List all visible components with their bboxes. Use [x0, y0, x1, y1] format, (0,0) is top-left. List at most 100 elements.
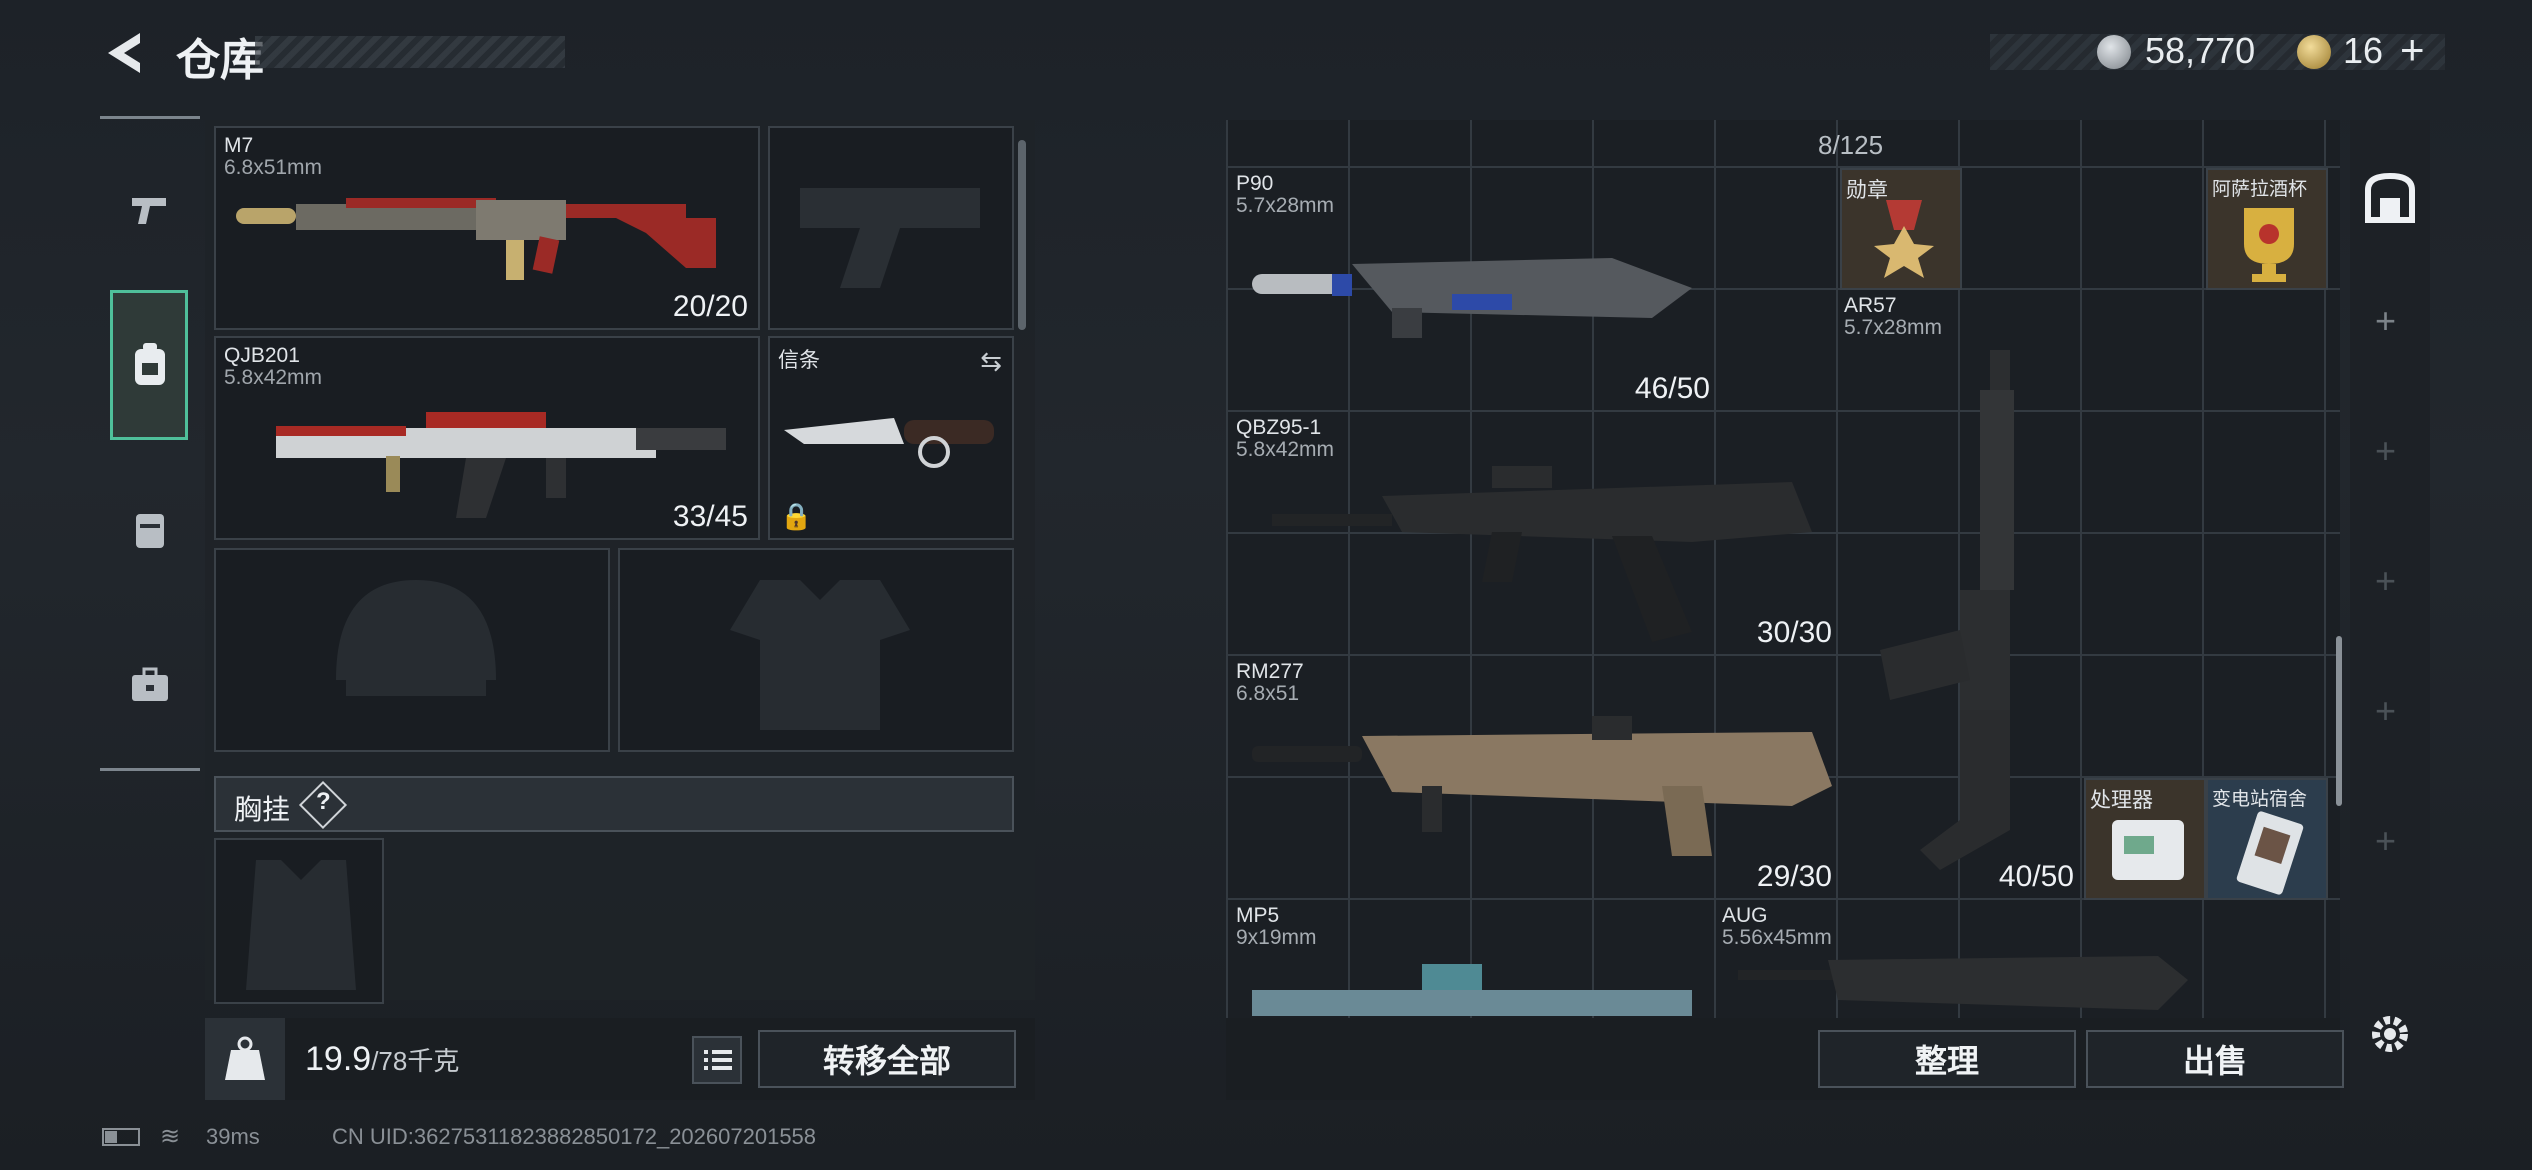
settings-gear-icon[interactable]	[2368, 1012, 2412, 1056]
ammo-count: 20/20	[672, 290, 748, 323]
loadout-scrollbar[interactable]	[1018, 140, 1026, 330]
stash-scrollbar[interactable]	[2336, 636, 2342, 806]
primary-weapon-slot[interactable]: M7 6.8x51mm 20/20	[214, 126, 760, 330]
tab-armor[interactable]	[100, 460, 200, 600]
helmet-placeholder-icon	[336, 580, 496, 696]
sidebar-divider	[100, 116, 200, 119]
add-container-button[interactable]: +	[2375, 820, 2396, 862]
weapon-name: M7	[224, 134, 254, 157]
rifle-image	[1272, 466, 1812, 642]
item-caliber: 5.7x28mm	[1236, 194, 1335, 217]
tab-weapons[interactable]	[100, 140, 200, 280]
sidebar-divider	[100, 768, 200, 771]
cup-icon	[2244, 208, 2294, 282]
smg-image	[1252, 964, 1692, 1016]
item-name: AR57	[1844, 294, 1897, 317]
rifle-image	[236, 198, 716, 280]
secondary-weapon-slot[interactable]: QJB201 5.8x42mm 33/45	[214, 336, 760, 540]
item-ammo: 40/50	[1998, 860, 2074, 893]
stash-item-qbz95[interactable]: QBZ95-1 5.8x42mm 30/30	[1232, 412, 1840, 652]
melee-label: 信条	[778, 349, 820, 372]
back-arrow-icon[interactable]	[100, 28, 150, 78]
stash-item-cup[interactable]: 阿萨拉酒杯	[2206, 168, 2328, 290]
chest-rig-label: 胸挂	[234, 794, 291, 825]
stash-item-mp5[interactable]: MP5 9x19mm	[1232, 900, 1718, 1016]
item-name: RM277	[1236, 660, 1304, 683]
stash-item-ar57[interactable]: AR57 5.7x28mm 40/50	[1840, 290, 2082, 896]
weight-icon	[225, 1036, 265, 1080]
smg-image	[1252, 258, 1692, 338]
help-icon[interactable]: ?	[316, 788, 331, 816]
medal-icon	[1874, 200, 1934, 278]
item-ammo: 46/50	[1634, 372, 1710, 405]
rifle-image	[276, 412, 726, 518]
battery-icon	[102, 1128, 140, 1146]
sell-button[interactable]: 出售	[2086, 1030, 2344, 1088]
rifle-image	[1738, 956, 2188, 1010]
stash-item-processor[interactable]: 处理器	[2084, 778, 2206, 900]
item-caliber: 5.7x28mm	[1844, 316, 1943, 339]
pistol-icon	[132, 198, 166, 224]
chest-rig-header: 胸挂 ?	[214, 776, 1014, 832]
melee-slot[interactable]: 信条 ⇆ 🔒	[768, 336, 1014, 540]
add-container-button[interactable]: +	[2375, 560, 2396, 602]
list-icon	[704, 1050, 732, 1070]
list-view-button[interactable]	[692, 1036, 742, 1084]
stash-item-aug[interactable]: AUG 5.56x45mm	[1718, 900, 2204, 1016]
stash-item-keycard[interactable]: 变电站宿舍	[2206, 778, 2328, 900]
title-decoration	[255, 36, 565, 68]
item-name: 阿萨拉酒杯	[2212, 179, 2308, 200]
weight-icon-box	[205, 1018, 285, 1100]
rifle-image	[1880, 350, 2014, 870]
item-name: AUG	[1722, 904, 1768, 927]
weight-current: 19.9/78千克	[305, 1040, 459, 1079]
stash-item-p90[interactable]: P90 5.7x28mm 46/50	[1232, 168, 1718, 408]
wifi-icon: ≋	[160, 1123, 181, 1150]
tab-backpack-active[interactable]	[110, 290, 188, 440]
backpack-icon	[135, 343, 165, 385]
briefcase-icon	[132, 667, 168, 701]
rifle-image	[1252, 716, 1832, 856]
keycard-icon	[2236, 811, 2304, 895]
item-ammo: 30/30	[1756, 616, 1832, 649]
add-container-button[interactable]: +	[2375, 300, 2396, 342]
item-ammo: 29/30	[1756, 860, 1832, 893]
coin-icon	[2097, 35, 2131, 69]
weight-value: 19.9	[305, 1040, 372, 1078]
coin-balance: 58,770	[2145, 30, 2256, 71]
armor-placeholder-icon	[730, 580, 910, 730]
knife-image	[784, 418, 994, 468]
add-container-button[interactable]: +	[2375, 430, 2396, 472]
container-sidebar	[2350, 120, 2430, 1100]
lock-icon: 🔒	[780, 501, 813, 531]
transfer-all-button[interactable]: 转移全部	[758, 1030, 1016, 1088]
token-icon	[2297, 35, 2331, 69]
pistol-slot[interactable]	[768, 126, 1014, 330]
item-name: MP5	[1236, 904, 1280, 927]
stash-capacity: 8/125	[1818, 130, 1884, 160]
item-name: 变电站宿舍	[2212, 789, 2308, 810]
weight-max: /78千克	[371, 1046, 460, 1076]
vest-icon	[136, 514, 164, 548]
add-token-button[interactable]: +	[2400, 26, 2425, 74]
stash-item-medal[interactable]: 勋章	[1840, 168, 1962, 290]
helmet-slot[interactable]	[214, 548, 610, 752]
ping-value: 39ms	[206, 1124, 260, 1149]
add-container-button[interactable]: +	[2375, 690, 2396, 732]
tab-case[interactable]	[100, 615, 200, 755]
rig-placeholder-icon	[246, 860, 356, 990]
ammo-count: 33/45	[672, 500, 748, 533]
stash-icon[interactable]	[2362, 170, 2418, 226]
armor-slot[interactable]	[618, 548, 1014, 752]
page-title: 仓库	[176, 36, 264, 85]
pistol-placeholder-icon	[800, 188, 980, 288]
player-uid: CN UID:3627531182388285017​2_20260720155…	[332, 1124, 817, 1149]
item-name: P90	[1236, 172, 1274, 195]
chest-rig-slot[interactable]	[214, 838, 384, 1004]
token-balance: 16	[2343, 30, 2384, 71]
swap-icon[interactable]: ⇆	[980, 346, 1002, 377]
processor-icon	[2112, 820, 2184, 880]
stash-item-rm277[interactable]: RM277 6.8x51 29/30	[1232, 656, 1840, 896]
weapon-name: QJB201	[224, 344, 300, 367]
organize-button[interactable]: 整理	[1818, 1030, 2076, 1088]
